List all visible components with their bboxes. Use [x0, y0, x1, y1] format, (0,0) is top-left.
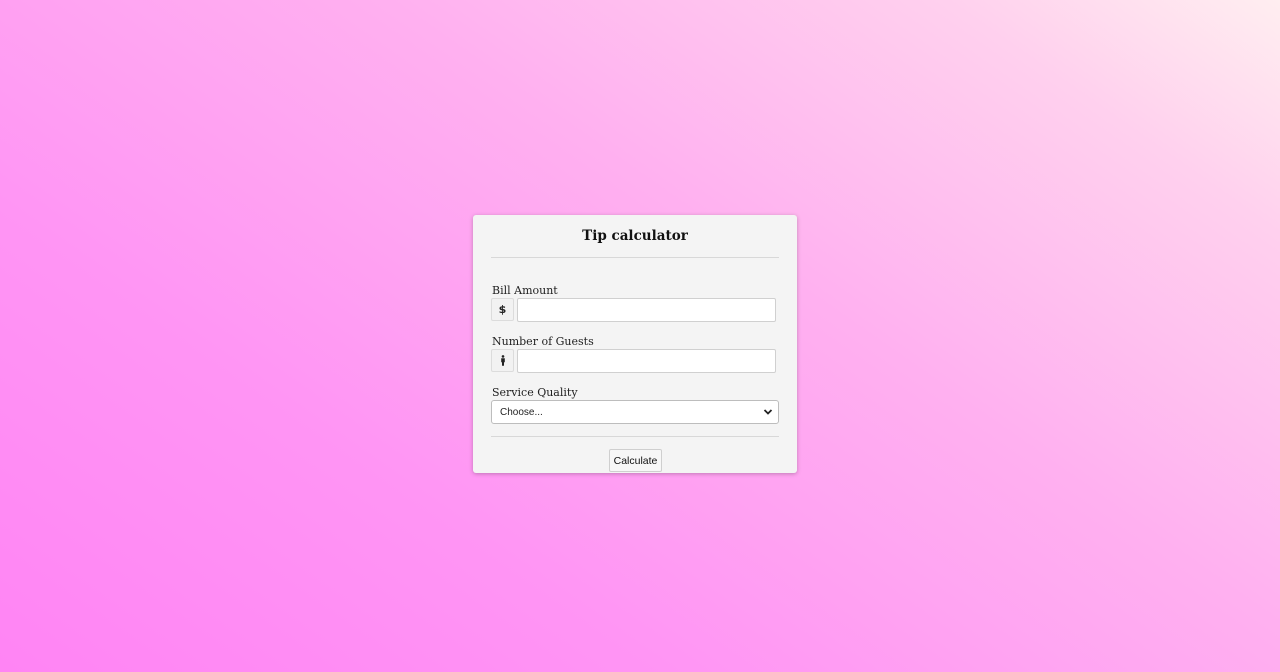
- guests-addon: [491, 349, 514, 372]
- card-title: Tip calculator: [582, 228, 688, 244]
- title-divider: [491, 257, 779, 258]
- chevron-down-icon: [763, 409, 773, 415]
- dollar-addon: $: [491, 298, 514, 321]
- dollar-sign: $: [498, 303, 507, 316]
- bill-amount-label: Bill Amount: [492, 284, 558, 297]
- calculate-button[interactable]: Calculate: [609, 449, 662, 472]
- service-quality-value: Choose...: [500, 406, 543, 418]
- number-of-guests-input[interactable]: [517, 349, 776, 373]
- footer-divider: [491, 436, 779, 437]
- service-quality-select[interactable]: Choose...: [491, 400, 779, 424]
- person-icon: [500, 355, 505, 366]
- tip-calculator-card: Tip calculator Bill Amount $ Number of G…: [473, 215, 797, 473]
- bill-amount-input[interactable]: [517, 298, 776, 322]
- service-quality-label: Service Quality: [492, 386, 578, 399]
- number-of-guests-label: Number of Guests: [492, 335, 594, 348]
